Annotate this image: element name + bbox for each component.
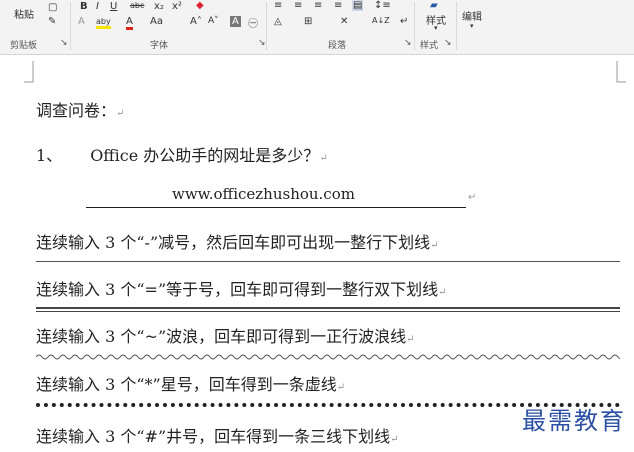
ribbon: 粘贴 ▢ ✎ 剪贴板 ↘ B I U abc x₂ x² ◆ A aby A A… bbox=[0, 0, 634, 55]
instruction-line-5: 连续输入 3 个“#”井号，回车得到一条三线下划线↵ bbox=[36, 427, 399, 446]
double-underline bbox=[36, 307, 620, 312]
shading-icon[interactable]: ◬ bbox=[274, 16, 282, 27]
subscript-button[interactable]: x₂ bbox=[154, 1, 164, 12]
justify-icon[interactable]: ≡ bbox=[334, 0, 342, 11]
paste-button[interactable]: 粘贴 bbox=[14, 6, 34, 21]
highlight-button[interactable]: aby bbox=[96, 16, 111, 29]
shrink-font-button[interactable]: A˅ bbox=[208, 16, 219, 26]
edit-button[interactable]: 编辑 bbox=[462, 8, 482, 23]
clipboard-group-label: 剪贴板 bbox=[10, 41, 38, 51]
paragraph-mark: ↵ bbox=[468, 192, 477, 203]
instruction-line-2: 连续输入 3 个“=”等于号，回车即可得到一整行双下划线↵ bbox=[36, 280, 447, 299]
sort-button[interactable]: A↓Z bbox=[372, 16, 390, 25]
distributed-icon[interactable]: ▤ bbox=[352, 0, 364, 11]
document-page[interactable]: 调查问卷：↵ 1、 Office 办公助手的网址是多少？↵ www.officez… bbox=[0, 55, 634, 452]
paragraph-mark: ↵ bbox=[430, 240, 439, 251]
margin-corner-left bbox=[24, 61, 34, 83]
paragraph-launcher-icon[interactable]: ↘ bbox=[404, 38, 412, 48]
paragraph-group-label: 段落 bbox=[328, 41, 347, 51]
paragraph-mark: ↵ bbox=[406, 334, 415, 345]
char-border-button[interactable]: A bbox=[230, 16, 241, 27]
copy-icon[interactable]: ▢ bbox=[48, 2, 57, 13]
align-right-icon[interactable]: ≡ bbox=[314, 0, 322, 11]
styles-dropdown-icon[interactable]: ▾ bbox=[434, 24, 438, 32]
paragraph-mark: ↵ bbox=[336, 382, 346, 393]
group-separator bbox=[414, 2, 415, 50]
answer-url: www.officezhushou.com bbox=[172, 185, 355, 203]
font-launcher-icon[interactable]: ↘ bbox=[258, 38, 266, 48]
margin-corner-right bbox=[616, 61, 626, 83]
line-spacing-icon[interactable]: ↕≡ bbox=[374, 0, 391, 11]
chinese-layout-icon[interactable]: ✕ bbox=[340, 16, 348, 27]
styles-launcher-icon[interactable]: ↘ bbox=[444, 38, 452, 48]
show-marks-button[interactable]: ↵ bbox=[400, 16, 408, 27]
enclose-char-button[interactable]: ㊀ bbox=[248, 15, 258, 30]
instruction-line-3: 连续输入 3 个“~”波浪，回车即可得到一正行波浪线↵ bbox=[36, 327, 415, 346]
questionnaire-heading: 调查问卷：↵ bbox=[36, 101, 125, 120]
paragraph-mark: ↵ bbox=[438, 287, 447, 298]
watermark-logo: 最需教育 bbox=[522, 407, 626, 435]
group-separator bbox=[456, 2, 457, 50]
font-color-button[interactable]: A bbox=[126, 16, 133, 30]
question-1: 1、 Office 办公助手的网址是多少？↵ bbox=[36, 146, 328, 165]
italic-button[interactable]: I bbox=[96, 1, 99, 12]
strikethrough-button[interactable]: abc bbox=[130, 1, 144, 10]
underline-button[interactable]: U bbox=[110, 1, 117, 12]
paragraph-mark: ↵ bbox=[319, 153, 328, 164]
paragraph-mark: ↵ bbox=[390, 434, 399, 445]
font-group-label: 字体 bbox=[150, 41, 169, 51]
align-left-icon[interactable]: ≡ bbox=[274, 0, 282, 11]
align-center-icon[interactable]: ≡ bbox=[294, 0, 302, 11]
group-separator bbox=[266, 2, 267, 50]
bold-button[interactable]: B bbox=[80, 1, 88, 12]
format-painter-icon[interactable]: ✎ bbox=[48, 16, 56, 27]
clear-format-icon[interactable]: ◆ bbox=[196, 0, 204, 11]
styles-icon[interactable]: ▰ bbox=[430, 0, 438, 11]
change-case-button[interactable]: Aa bbox=[150, 16, 163, 27]
group-separator bbox=[70, 2, 71, 50]
wavy-underline bbox=[36, 354, 620, 360]
grow-font-button[interactable]: A˄ bbox=[190, 16, 202, 27]
edit-dropdown-icon[interactable]: ▾ bbox=[470, 22, 474, 30]
borders-icon[interactable]: ⊞ bbox=[304, 16, 312, 27]
styles-group-label: 样式 bbox=[420, 41, 439, 51]
paragraph-mark: ↵ bbox=[116, 108, 125, 119]
single-underline bbox=[36, 261, 620, 262]
instruction-line-1: 连续输入 3 个“-”减号，然后回车即可出现一整行下划线↵ bbox=[36, 233, 439, 252]
text-effects-button[interactable]: A bbox=[78, 16, 85, 27]
clipboard-launcher-icon[interactable]: ↘ bbox=[60, 38, 68, 48]
superscript-button[interactable]: x² bbox=[172, 1, 182, 12]
answer-line: www.officezhushou.com bbox=[86, 185, 466, 208]
instruction-line-4: 连续输入 3 个“*”星号，回车得到一条虚线↵ bbox=[36, 375, 346, 394]
